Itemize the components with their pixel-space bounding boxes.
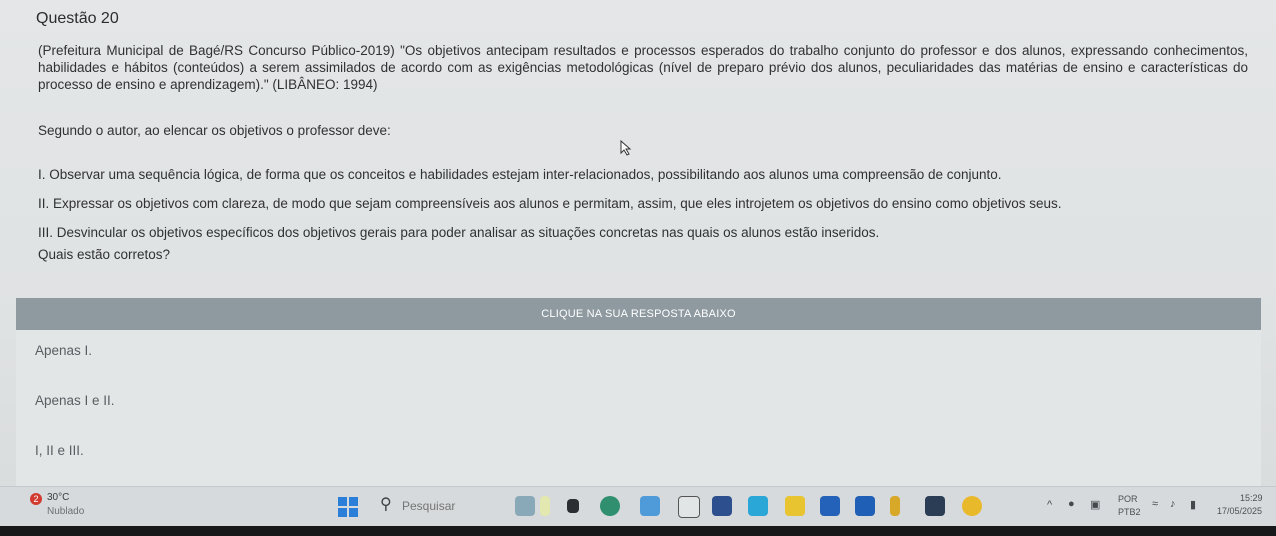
app-icon-navy[interactable] bbox=[855, 496, 875, 516]
app-icon-cyan[interactable] bbox=[748, 496, 768, 516]
browser-content: Questão 20 (Prefeitura Municipal de Bagé… bbox=[0, 0, 1276, 536]
edge-browser-icon[interactable] bbox=[600, 496, 620, 516]
clock-date[interactable]: 17/05/2025 bbox=[1217, 506, 1262, 516]
app-icon-yellow[interactable] bbox=[890, 496, 900, 516]
taskbar-search-input[interactable] bbox=[402, 499, 492, 513]
statement-iii: III. Desvincular os objetivos específico… bbox=[38, 225, 880, 240]
monitor-tray-icon[interactable]: ▣ bbox=[1090, 498, 1100, 511]
file-explorer-icon[interactable] bbox=[567, 499, 579, 513]
question-ask: Quais estão corretos? bbox=[38, 247, 171, 262]
weather-alert-badge[interactable]: 2 bbox=[30, 493, 42, 505]
clock-time[interactable]: 15:29 bbox=[1240, 493, 1263, 503]
outlook-icon[interactable] bbox=[820, 496, 840, 516]
weather-condition[interactable]: Nublado bbox=[47, 506, 84, 517]
statement-i: I. Observar uma sequência lógica, de for… bbox=[38, 167, 1002, 182]
weather-temperature[interactable]: 30°C bbox=[47, 492, 69, 503]
windows-start-icon[interactable] bbox=[338, 497, 358, 517]
screen-bezel bbox=[0, 526, 1276, 536]
question-title: Questão 20 bbox=[36, 10, 119, 27]
answer-option-label: I, II e III. bbox=[35, 443, 84, 458]
language-indicator[interactable]: POR bbox=[1118, 494, 1138, 504]
widget-icon[interactable] bbox=[540, 496, 550, 516]
answer-option-1[interactable]: Apenas I. bbox=[16, 330, 1261, 381]
answer-option-2[interactable]: Apenas I e II. bbox=[16, 380, 1261, 431]
answer-header: CLIQUE NA SUA RESPOSTA ABAIXO bbox=[16, 298, 1261, 330]
task-view-icon[interactable] bbox=[515, 496, 535, 516]
folder-icon[interactable] bbox=[785, 496, 805, 516]
question-statement: (Prefeitura Municipal de Bagé/RS Concurs… bbox=[38, 43, 1248, 92]
app-icon-blue[interactable] bbox=[640, 496, 660, 516]
question-panel: Questão 20 (Prefeitura Municipal de Bagé… bbox=[16, 0, 1266, 300]
volume-icon[interactable]: ♪ bbox=[1170, 498, 1176, 510]
answer-option-3[interactable]: I, II e III. bbox=[16, 430, 1261, 486]
taskbar: 2 30°C Nublado ⚲ ^ ● ▣ POR PTB2 ≈ ♪ ▮ 15… bbox=[0, 486, 1276, 527]
search-icon[interactable]: ⚲ bbox=[380, 494, 392, 514]
settings-icon[interactable] bbox=[678, 496, 700, 518]
app-icon-slate[interactable] bbox=[925, 496, 945, 516]
answer-header-label: CLIQUE NA SUA RESPOSTA ABAIXO bbox=[541, 308, 736, 320]
statement-ii: II. Expressar os objetivos com clareza, … bbox=[38, 196, 1062, 211]
app-tray-icon[interactable]: ● bbox=[1068, 498, 1075, 510]
question-prompt: Segundo o autor, ao elencar os objetivos… bbox=[38, 123, 391, 138]
battery-icon[interactable]: ▮ bbox=[1190, 498, 1196, 511]
wifi-icon[interactable]: ≈ bbox=[1152, 498, 1158, 510]
chevron-up-icon[interactable]: ^ bbox=[1047, 499, 1052, 511]
answer-option-label: Apenas I. bbox=[35, 343, 93, 358]
app-icon-dark[interactable] bbox=[712, 496, 732, 516]
mouse-cursor-icon bbox=[620, 140, 632, 156]
chrome-icon[interactable] bbox=[962, 496, 982, 516]
answer-option-label: Apenas I e II. bbox=[35, 393, 115, 408]
keyboard-layout-indicator[interactable]: PTB2 bbox=[1118, 507, 1141, 517]
